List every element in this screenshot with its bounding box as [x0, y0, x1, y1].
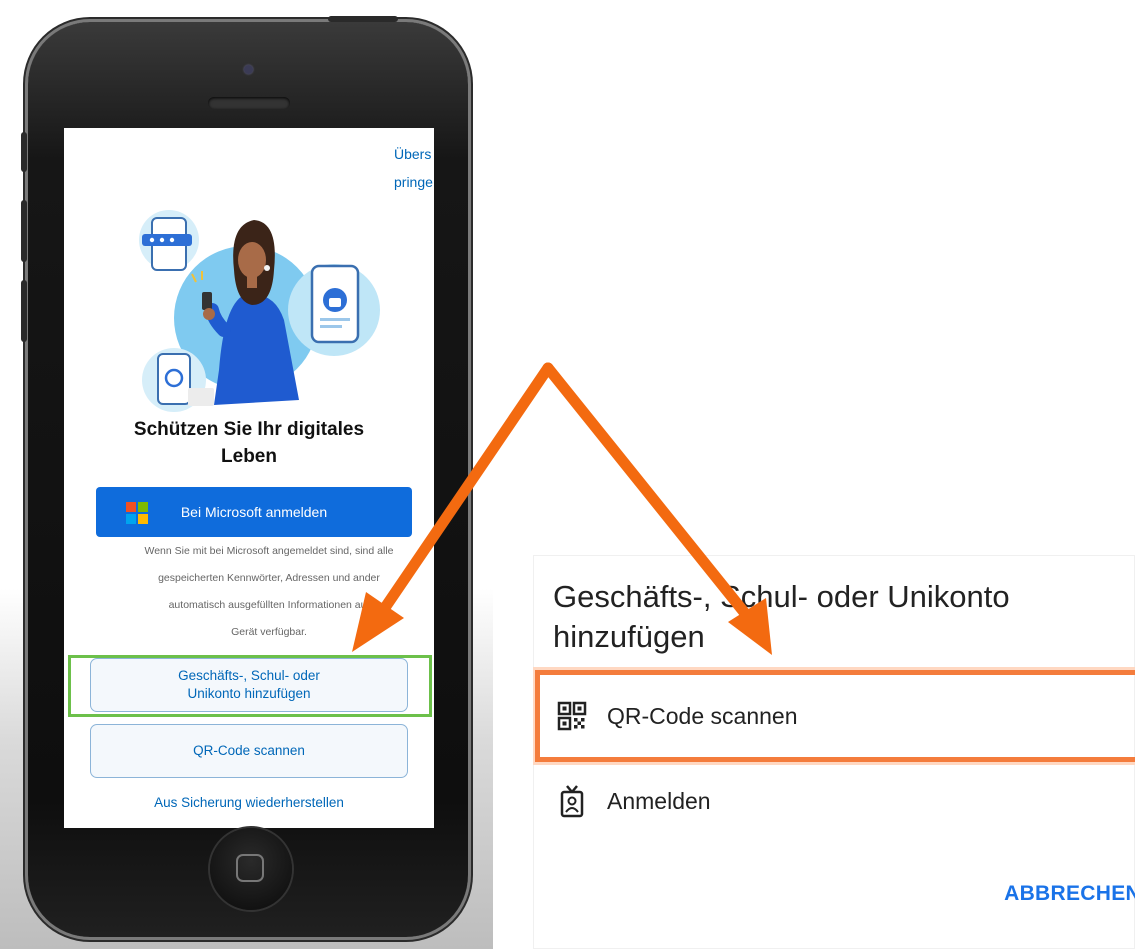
- home-button[interactable]: [210, 828, 292, 910]
- microsoft-signin-button[interactable]: Bei Microsoft anmelden: [96, 487, 412, 537]
- option-sign-in[interactable]: Anmelden: [533, 765, 711, 837]
- front-camera: [244, 65, 253, 74]
- security-illustration: [139, 210, 380, 412]
- signin-info-text: Wenn Sie mit bei Microsoft angemeldet si…: [104, 538, 434, 646]
- info-line: gespeicherten Kennwörter, Adressen und a…: [158, 572, 380, 584]
- highlight-box-green: [68, 655, 432, 717]
- option-sign-in-label: Anmelden: [607, 787, 711, 814]
- microsoft-signin-label: Bei Microsoft anmelden: [180, 504, 328, 520]
- earpiece-speaker: [208, 97, 290, 109]
- title-line-1: Schützen Sie Ihr digitales: [133, 419, 365, 440]
- power-button: [328, 16, 398, 22]
- add-account-dialog: Geschäfts-, Schul- oder Unikonto hinzufü…: [533, 555, 1135, 949]
- dialog-title: Geschäfts-, Schul- oder Unikonto hinzufü…: [553, 577, 1010, 657]
- scan-qr-label: QR-Code scannen: [193, 743, 305, 758]
- scan-qr-button[interactable]: QR-Code scannen: [90, 724, 408, 778]
- microsoft-logo-icon: [126, 502, 148, 524]
- page-title: Schützen Sie Ihr digitales Leben: [64, 416, 434, 470]
- title-line-2: Leben: [221, 446, 277, 467]
- info-line: Gerät verfügbar.: [231, 626, 307, 638]
- dialog-title-line1: Geschäfts-, Schul- oder Unikonto: [553, 579, 1010, 614]
- restore-backup-link[interactable]: Aus Sicherung wiederherstellen: [64, 795, 434, 810]
- highlight-box-orange: [535, 670, 1135, 762]
- volume-up-button: [21, 200, 27, 262]
- info-line: automatisch ausgefüllten Informationen a…: [168, 599, 370, 611]
- info-line: Wenn Sie mit bei Microsoft angemeldet si…: [144, 545, 394, 557]
- overflow-link-line2[interactable]: pringe: [394, 174, 433, 190]
- cancel-button[interactable]: ABBRECHEN: [1004, 882, 1135, 906]
- home-square-icon: [236, 854, 264, 882]
- mute-switch: [21, 132, 27, 172]
- dialog-title-line2: hinzufügen: [553, 619, 705, 654]
- volume-down-button: [21, 280, 27, 342]
- badge-icon: [560, 785, 584, 818]
- overflow-link-line1[interactable]: Übers: [394, 146, 431, 162]
- phone-screen: Übers pringe Schützen Sie Ihr digitales …: [64, 128, 434, 828]
